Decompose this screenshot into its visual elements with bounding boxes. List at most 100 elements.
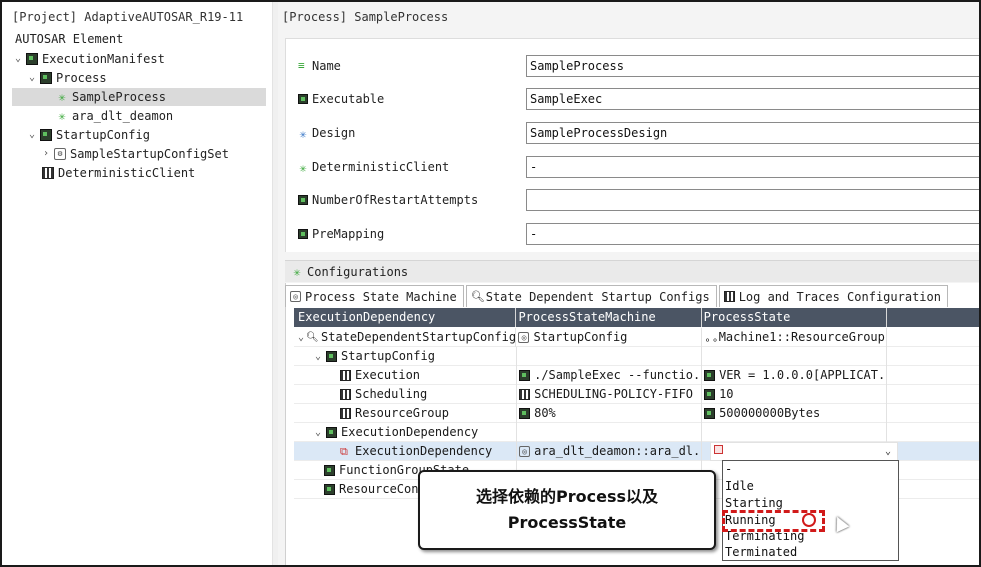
error-flag-icon: [714, 445, 723, 454]
table-row[interactable]: ⌄ StartupConfig: [294, 347, 979, 366]
deterministic-client-field[interactable]: -: [526, 156, 979, 178]
startup-config-icon: [326, 351, 337, 362]
dropdown-option[interactable]: Starting: [725, 495, 783, 511]
tree-item-execution-manifest[interactable]: ⌄ ExecutionManifest: [12, 50, 165, 68]
tree-item-label: SampleStartupConfigSet: [70, 147, 229, 161]
dropdown-option[interactable]: Idle: [725, 478, 754, 494]
memory-usage-icon: [704, 408, 716, 419]
chevron-down-icon[interactable]: ⌄: [885, 446, 891, 457]
table-row[interactable]: Scheduling SCHEDULING-POLICY-FIFO 10: [294, 385, 979, 404]
table-row[interactable]: ResourceGroup 80% 500000000Bytes: [294, 404, 979, 423]
column-header-process-state[interactable]: ProcessState: [702, 308, 887, 327]
tab-process-state-machine[interactable]: ◎ Process State Machine: [285, 285, 464, 307]
startup-config-folder-icon: [40, 129, 52, 141]
column-header-process-state-machine[interactable]: ProcessStateMachine: [516, 308, 702, 327]
project-explorer: [Project] AdaptiveAUTOSAR_R19-11 AUTOSAR…: [2, 2, 272, 565]
design-field[interactable]: SampleProcessDesign: [526, 122, 979, 144]
tree-item-label: StartupConfig: [56, 128, 150, 142]
tree-item-sample-startup-config-set[interactable]: › ⚙ SampleStartupConfigSet: [40, 145, 229, 163]
dependency-folder-icon: [326, 427, 337, 438]
cpu-usage-icon: [519, 408, 531, 419]
execution-icon: [340, 370, 351, 381]
project-title: [Project] AdaptiveAUTOSAR_R19-11: [12, 10, 244, 24]
chevron-down-icon[interactable]: ⌄: [312, 423, 324, 442]
process-folder-icon: [40, 72, 52, 84]
tree-item-sample-process[interactable]: ✳ SampleProcess: [12, 88, 266, 106]
tree-item-ara-dlt-deamon[interactable]: ✳ ara_dlt_deamon: [56, 107, 173, 125]
tree-item-label: ExecutionManifest: [42, 52, 165, 66]
name-field[interactable]: SampleProcess: [526, 55, 979, 77]
deterministic-client-icon: ✳: [299, 161, 307, 175]
tree-item-label: DeterministicClient: [58, 166, 196, 180]
restart-attempts-field[interactable]: [526, 189, 979, 211]
resource-consumption-icon: [324, 484, 335, 495]
version-icon: [704, 370, 716, 381]
process-icon: ✳: [58, 90, 66, 104]
chevron-down-icon[interactable]: ⌄: [26, 69, 38, 87]
field-label-restart-attempts: NumberOfRestartAttempts: [298, 190, 478, 210]
configurations-icon: ✳: [293, 264, 301, 279]
callout-line-2: ProcessState: [507, 513, 627, 532]
configurations-header[interactable]: ✳ Configurations: [285, 260, 979, 282]
number-icon: [298, 195, 308, 205]
tab-log-and-traces[interactable]: Log and Traces Configuration: [718, 285, 948, 307]
function-group-icon: [324, 465, 335, 476]
executable-field[interactable]: SampleExec: [526, 88, 979, 110]
chevron-down-icon[interactable]: ⌄: [312, 347, 324, 366]
config-grid-header: ExecutionDependency ProcessStateMachine …: [294, 308, 979, 327]
column-header-extra[interactable]: [887, 308, 979, 327]
priority-icon: [704, 389, 716, 400]
deterministic-client-icon: [42, 167, 54, 179]
field-label-name: ≡ Name: [298, 59, 341, 73]
chevron-down-icon[interactable]: ⌄: [298, 328, 304, 347]
premapping-field[interactable]: -: [526, 223, 979, 245]
tree-item-label: SampleProcess: [72, 90, 166, 104]
tree-item-process[interactable]: ⌄ Process: [26, 69, 107, 87]
log-icon: [723, 291, 735, 302]
state-machine-icon: ◎: [290, 291, 301, 302]
annotation-callout: 选择依赖的Process以及 ProcessState: [418, 470, 716, 550]
app-window: [Project] AdaptiveAUTOSAR_R19-11 AUTOSAR…: [0, 0, 981, 567]
executable-icon: [298, 94, 308, 104]
field-label-premapping: PreMapping: [298, 224, 384, 244]
config-set-icon: ⚙: [54, 148, 66, 160]
callout-line-1: 选择依赖的Process以及: [476, 487, 658, 506]
field-label-design: ✳ Design: [299, 126, 356, 141]
state-machine-icon: ◎: [518, 332, 530, 343]
manifest-icon: [26, 53, 38, 65]
tab-state-dependent-startup-configs[interactable]: 🔍︎ State Dependent Startup Configs: [465, 285, 717, 307]
tree-item-startup-config[interactable]: ⌄ StartupConfig: [26, 126, 150, 144]
tree-item-label: ara_dlt_deamon: [72, 109, 174, 123]
field-label-deterministic-client: ✳ DeterministicClient: [299, 160, 450, 175]
table-row[interactable]: ⌄ ExecutionDependency: [294, 423, 979, 442]
chevron-down-icon[interactable]: ⌄: [26, 126, 38, 144]
state-machine-icon: ◎: [519, 446, 531, 457]
table-row[interactable]: Execution ./SampleExec --functio... VER …: [294, 366, 979, 385]
search-config-icon: 🔍︎: [306, 332, 319, 343]
dropdown-option[interactable]: Terminated: [725, 544, 797, 560]
table-row[interactable]: ⌄ 🔍︎ StateDependentStartupConfig ◎ Startu…: [294, 328, 979, 347]
tree-item-deterministic-client[interactable]: DeterministicClient: [42, 164, 195, 182]
policy-icon: [519, 389, 531, 400]
process-state-combo[interactable]: ⌄: [710, 442, 898, 461]
editor-title: [Process] SampleProcess: [282, 10, 449, 24]
executable-icon: [519, 370, 531, 381]
tree-root-label: AUTOSAR Element: [15, 32, 124, 46]
dependency-icon: ⧉: [340, 445, 348, 458]
chevron-down-icon[interactable]: ⌄: [12, 50, 24, 68]
design-icon: ✳: [299, 127, 307, 141]
chevron-right-icon[interactable]: ›: [40, 145, 52, 163]
tree-item-label: Process: [56, 71, 107, 85]
column-header-execution-dependency[interactable]: ExecutionDependency: [294, 308, 517, 327]
resource-group-icon: ⚬⚬: [703, 336, 719, 346]
click-indicator-icon: [802, 513, 816, 527]
dropdown-option[interactable]: -: [725, 461, 732, 477]
search-config-icon: 🔍︎: [470, 290, 485, 303]
name-icon: ≡: [298, 59, 305, 72]
field-label-executable: Executable: [298, 89, 384, 109]
resource-group-icon: [340, 408, 351, 419]
configuration-tabs: ◎ Process State Machine 🔍︎ State Depende…: [285, 285, 950, 307]
process-properties-form: ≡ Name SampleProcess Executable SampleEx…: [285, 38, 979, 252]
scheduling-icon: [340, 389, 351, 400]
premapping-icon: [298, 229, 308, 239]
